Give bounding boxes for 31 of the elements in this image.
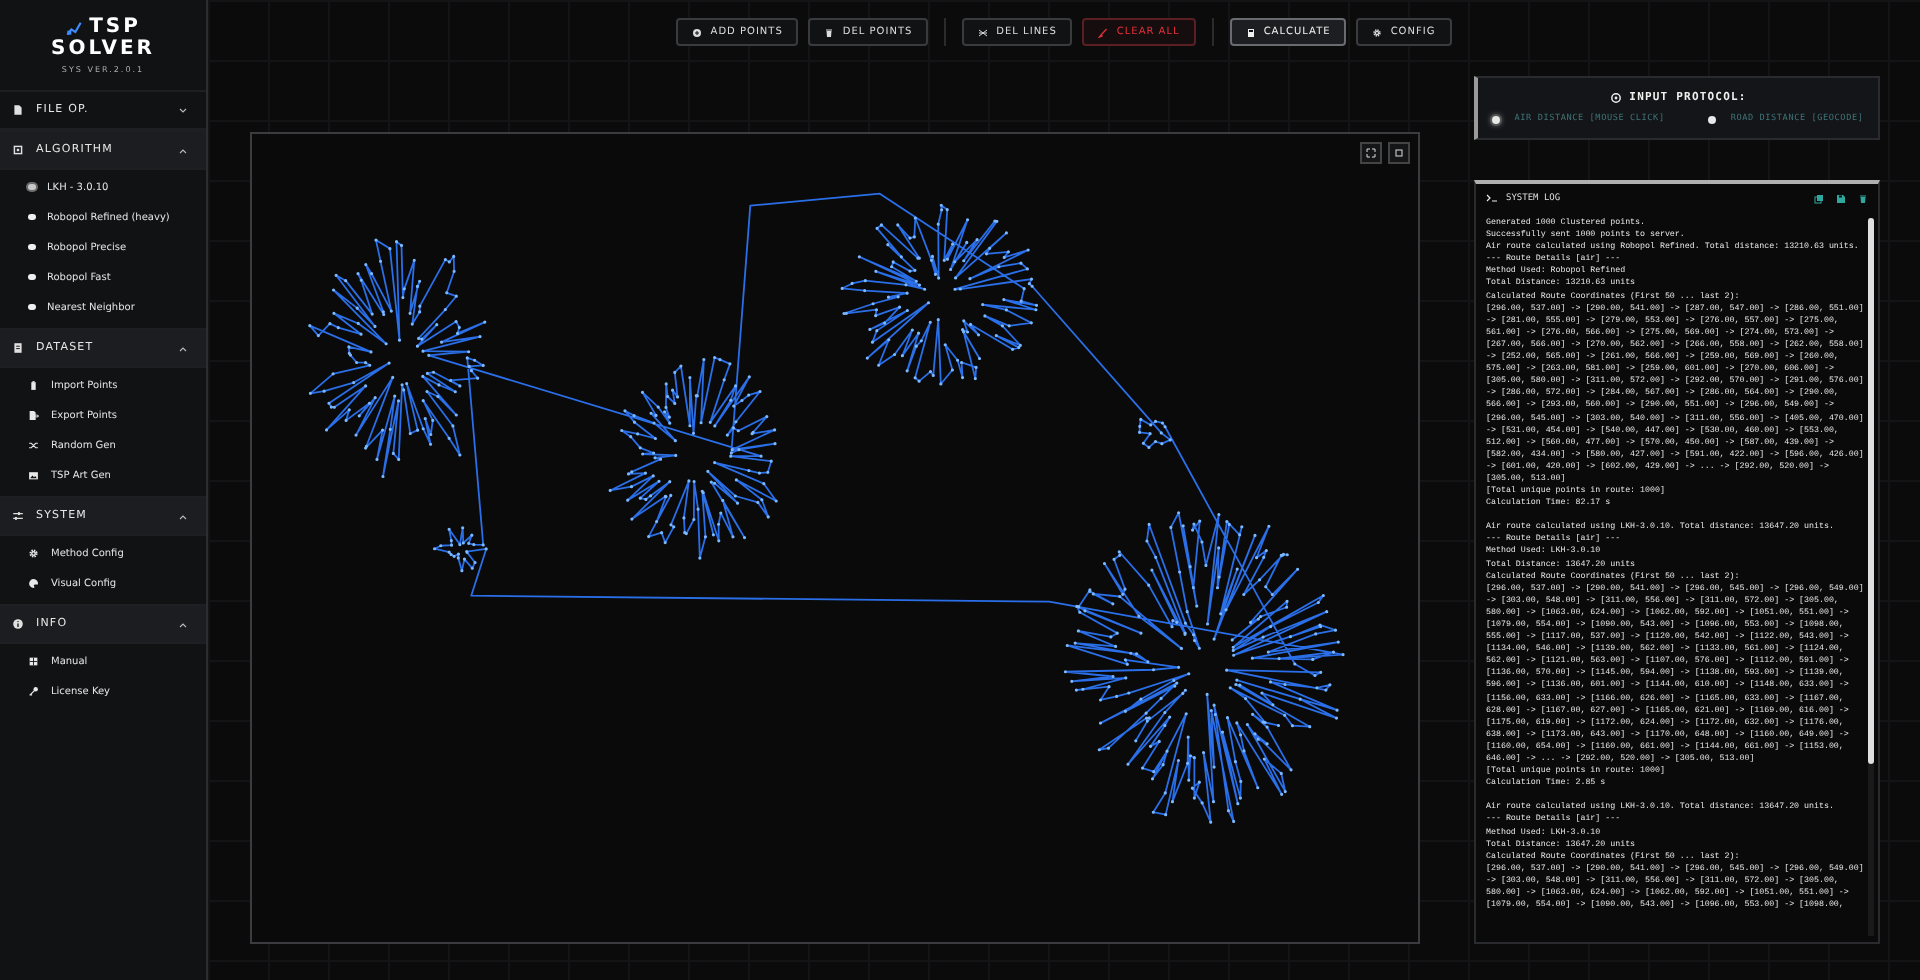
settings-icon xyxy=(1372,27,1383,37)
info-icon xyxy=(12,618,24,630)
fullscreen-button[interactable] xyxy=(1360,142,1382,164)
clipboard-icon xyxy=(28,379,39,391)
calculator-icon xyxy=(1245,27,1256,37)
chart-logo-icon xyxy=(65,19,82,35)
target-icon xyxy=(1609,92,1622,104)
shuffle-icon xyxy=(28,439,39,451)
settings-icon xyxy=(28,547,39,559)
sliders-icon xyxy=(12,510,24,522)
cross-lines-icon xyxy=(978,27,989,37)
save-icon[interactable] xyxy=(1836,193,1846,203)
fit-view-button[interactable] xyxy=(1388,142,1410,164)
document-icon xyxy=(12,342,24,354)
copy-icon[interactable] xyxy=(1814,193,1824,203)
scrollbar[interactable] xyxy=(1868,218,1874,936)
square-icon xyxy=(1394,148,1404,158)
trash-icon[interactable] xyxy=(1858,193,1868,203)
export-icon xyxy=(28,409,39,421)
plus-circle-icon xyxy=(692,27,703,37)
app-title: TSP xyxy=(89,16,141,38)
image-icon xyxy=(28,469,39,481)
file-icon xyxy=(12,104,24,116)
trash-icon xyxy=(824,27,835,37)
palette-icon xyxy=(28,577,39,589)
app-title: SOLVER xyxy=(51,38,155,60)
brush-icon xyxy=(1098,27,1109,37)
terminal-icon xyxy=(1486,194,1498,202)
route-canvas[interactable] xyxy=(250,132,1420,944)
key-icon xyxy=(28,685,39,697)
expand-icon xyxy=(1366,148,1376,158)
